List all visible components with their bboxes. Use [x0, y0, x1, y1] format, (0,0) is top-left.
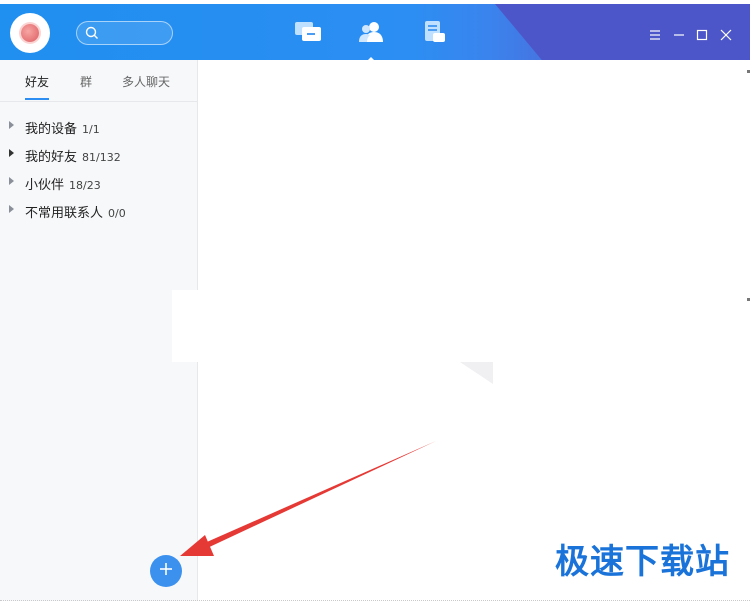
watermark: 极速下载站: [555, 542, 730, 582]
window-border-bottom: [0, 597, 750, 601]
annotation-arrow: [180, 441, 436, 556]
app-window: 好友 群 多人聊天 我的设备1/1 我的好友81/132 小伙伴18/23: [0, 0, 750, 601]
